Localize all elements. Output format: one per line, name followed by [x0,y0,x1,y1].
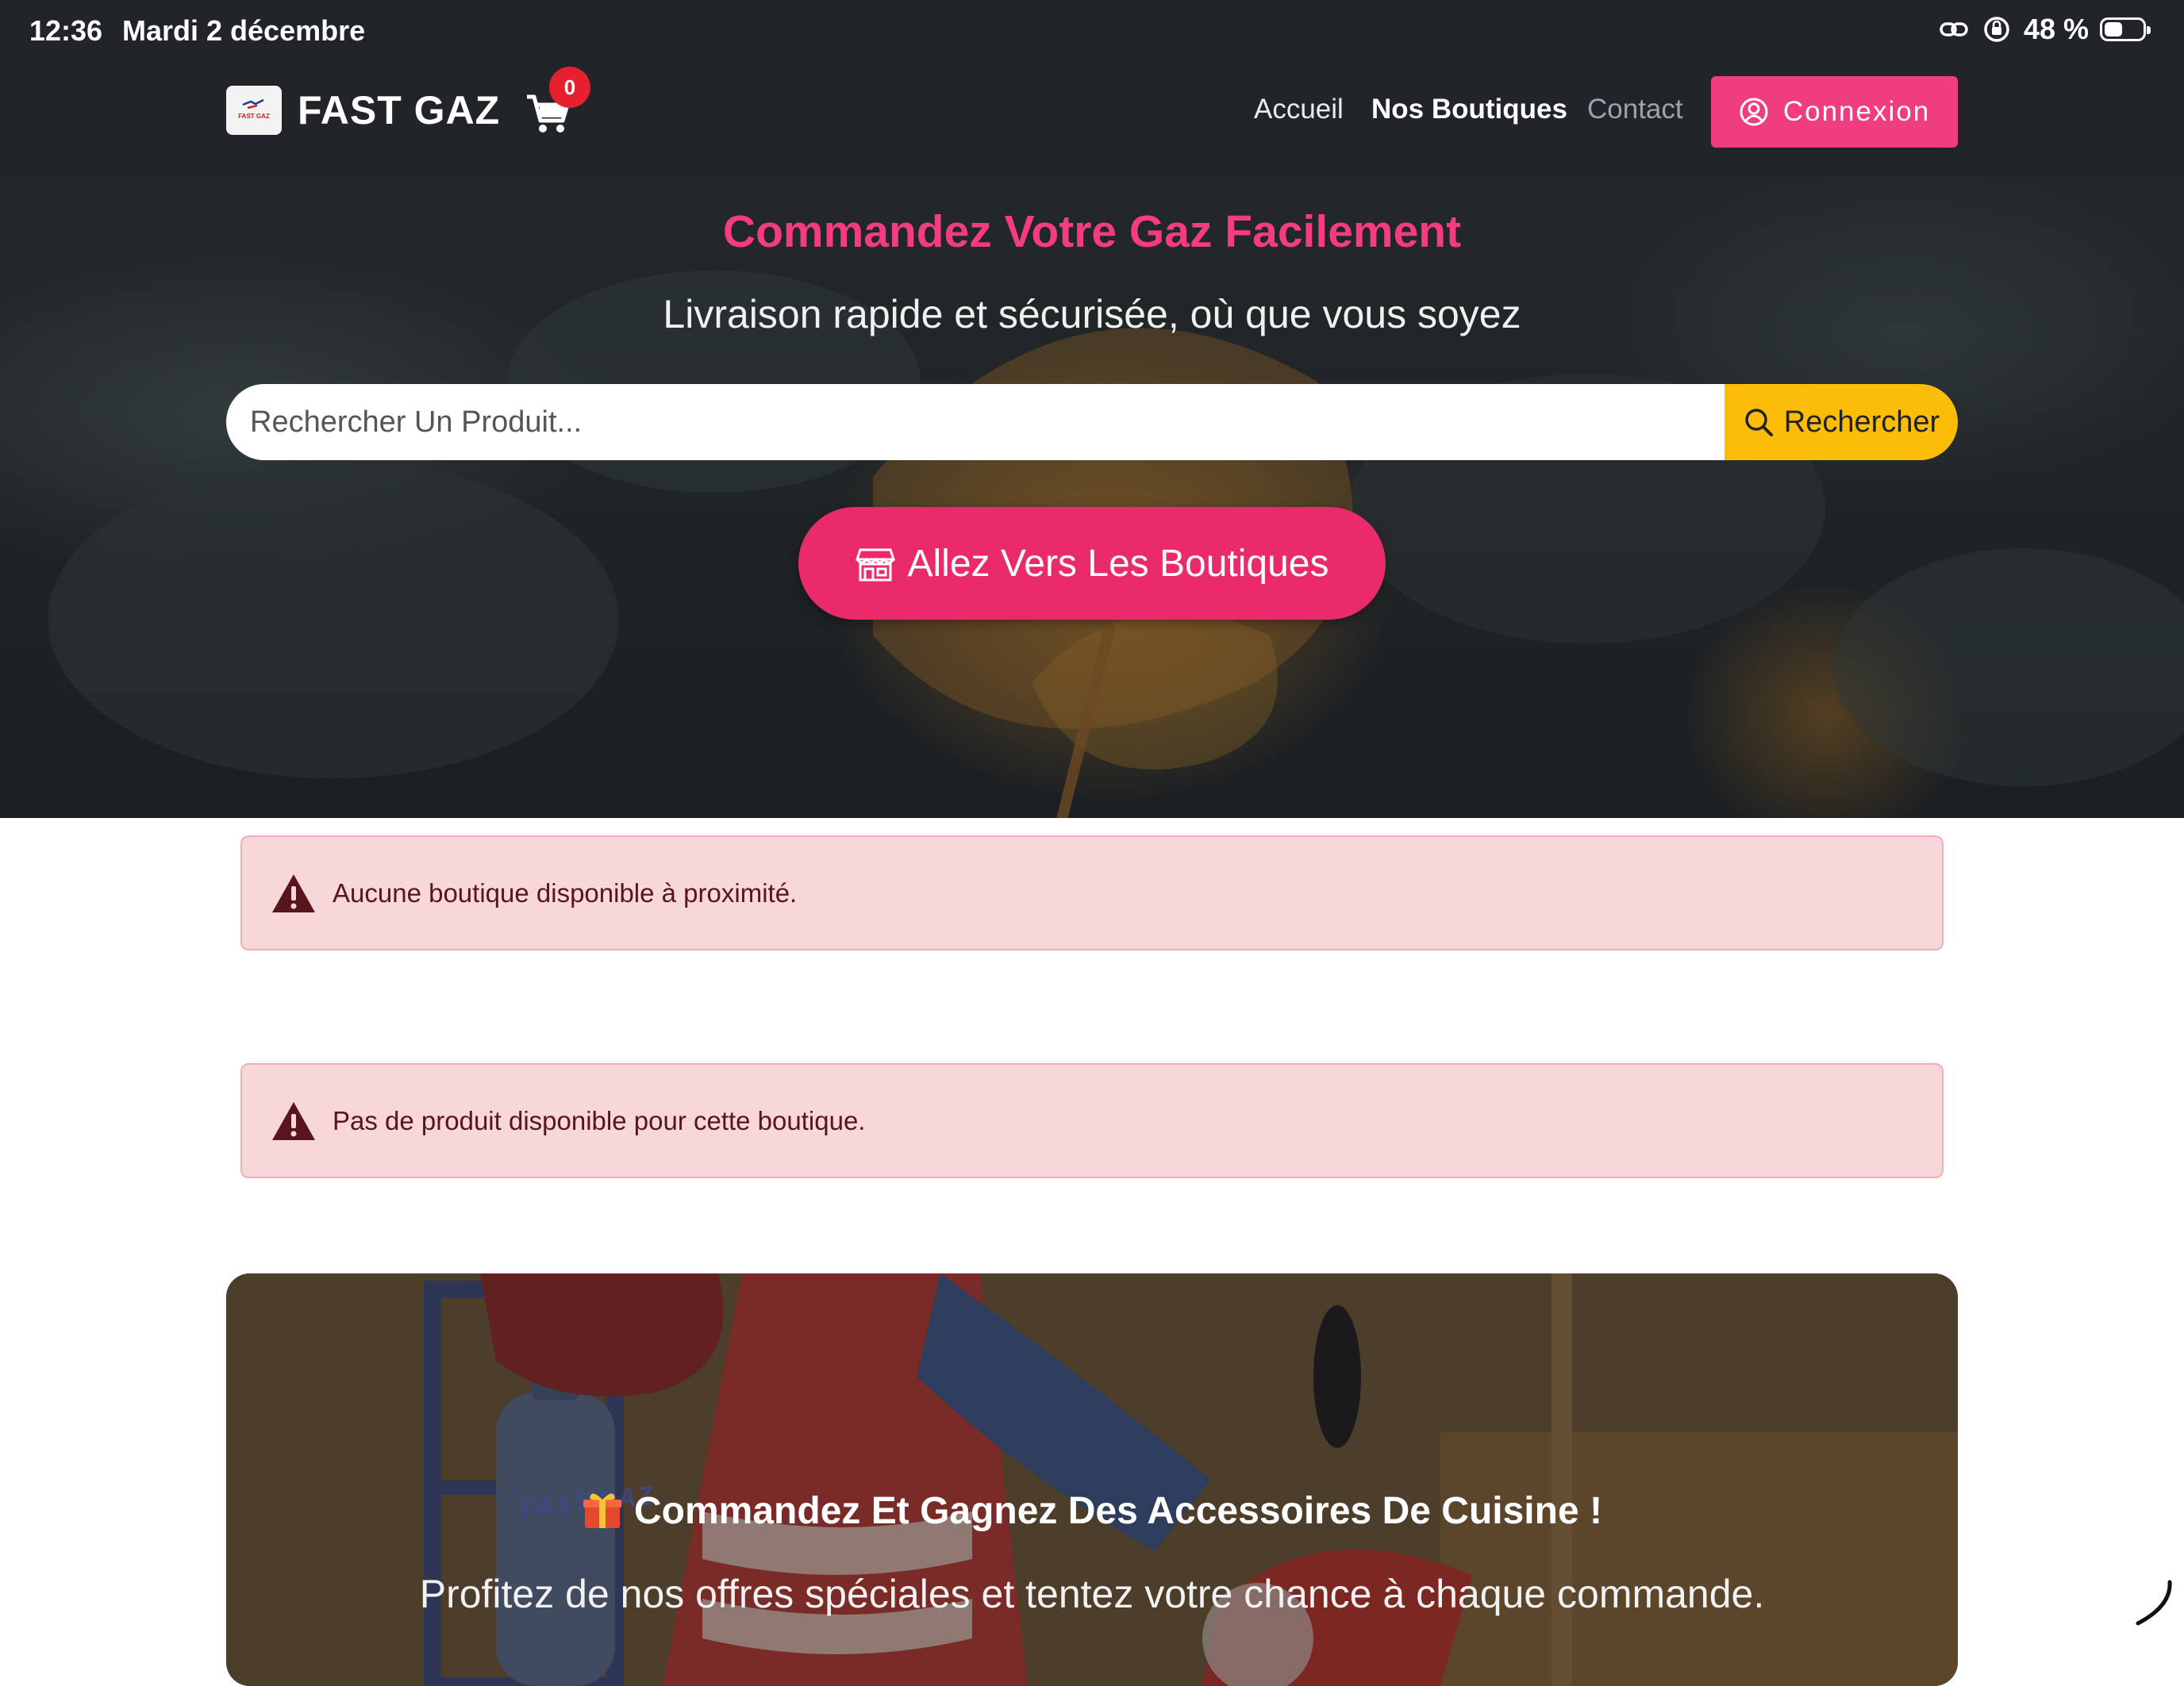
rotation-lock-icon [1984,17,2009,42]
hero-title: Commandez Votre Gaz Facilement [722,206,1462,257]
no-product-alert: Pas de produit disponible pour cette bou… [240,1063,1944,1178]
battery-icon [2100,17,2151,41]
status-indicators: 48 % [1938,13,2151,46]
svg-text:FAST GAZ: FAST GAZ [238,113,270,120]
shop-icon [855,548,895,582]
user-circle-icon [1740,98,1768,126]
battery-level [2105,22,2122,36]
go-to-shops-label: Allez Vers Les Boutiques [907,542,1329,585]
no-shop-alert: Aucune boutique disponible à proximité. [240,835,1944,951]
top-navbar: 12:36 Mardi 2 décembre 48 % FAST GAZ FAS… [0,0,2184,175]
promo-description: Profitez de nos offres spéciales et tent… [419,1572,1765,1616]
promo-banner: FAST GAZ Commandez Et Gagnez Des Accesso… [226,1273,1958,1686]
product-search-input[interactable] [226,384,1725,460]
nav-link-shops[interactable]: Nos Boutiques [1371,94,1567,125]
hero-subtitle: Livraison rapide et sécurisée, où que vo… [663,292,1521,336]
product-search-bar: Rechercher [226,384,1958,460]
hero-background-texture [48,271,2184,786]
nav-link-home[interactable]: Accueil [1254,94,1344,125]
search-icon [1745,409,1773,436]
fast-gaz-logo: FAST GAZ [238,98,270,120]
alert-message: Aucune boutique disponible à proximité. [333,878,798,908]
brand-home-link[interactable]: FAST GAZ FAST GAZ [226,86,500,135]
search-button-label: Rechercher [1783,405,1940,439]
warning-triangle-icon [272,874,315,912]
status-date: Mardi 2 décembre [122,14,366,47]
alert-message: Pas de produit disponible pour cette bou… [333,1105,866,1135]
search-button[interactable]: Rechercher [1725,384,1958,460]
login-button[interactable]: Connexion [1711,76,1958,148]
warning-triangle-icon [272,1101,315,1140]
brand-name: FAST GAZ [298,88,501,132]
promo-title-text: Commandez Et Gagnez Des Accessoires De C… [634,1490,1602,1532]
status-time: 12:36 [29,14,103,47]
loading-spinner-icon [2136,1580,2172,1626]
brand-logo: FAST GAZ [226,86,282,135]
nav-link-contact[interactable]: Contact [1587,94,1683,125]
gift-icon [583,1493,622,1528]
promo-title: Commandez Et Gagnez Des Accessoires De C… [226,1489,1958,1533]
login-button-label: Connexion [1782,96,1931,127]
go-to-shops-button[interactable]: Allez Vers Les Boutiques [798,507,1386,620]
cart-count-badge: 0 [549,67,590,108]
battery-percentage: 48 % [2023,13,2089,45]
hero-banner: Commandez Votre Gaz Facilement Livraison… [0,175,2184,818]
promo-overlay [226,1273,1958,1686]
link-icon [1940,22,1968,36]
